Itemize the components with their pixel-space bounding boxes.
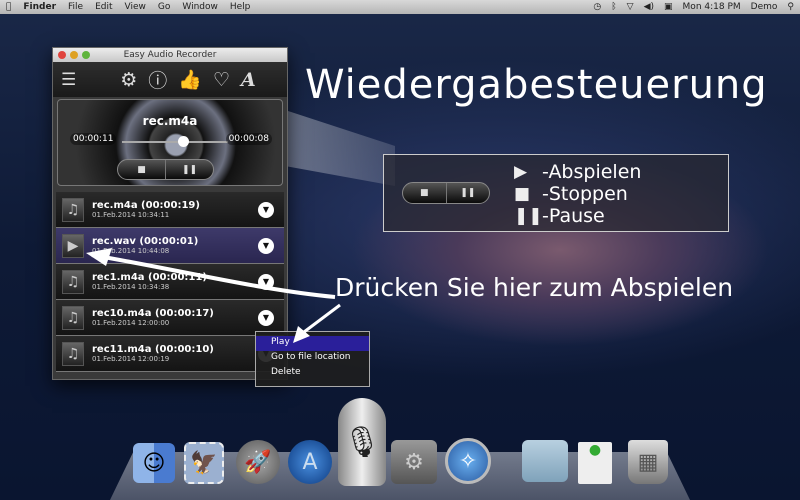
elapsed-time: 00:00:11 (70, 133, 117, 145)
clock[interactable]: Mon 4:18 PM (683, 2, 741, 12)
dock-safari-icon[interactable]: ✧ (445, 438, 491, 484)
recording-date: 01.Feb.2014 12:00:19 (92, 355, 170, 363)
stop-button[interactable]: ■ (118, 160, 165, 179)
progress-slider[interactable] (122, 141, 228, 143)
recording-info: rec.wav (00:00:01) 01.Feb.2014 10:44:08 (92, 236, 198, 255)
recording-date: 01.Feb.2014 12:00:00 (92, 319, 170, 327)
recording-info: rec1.m4a (00:00:11) 01.Feb.2014 10:34:38 (92, 272, 207, 291)
toolbar: ☰ ⚙ ⓘ 👍 ♡ A (53, 62, 287, 97)
list-menu-icon[interactable]: ☰ (61, 70, 76, 90)
window-title: Easy Audio Recorder (123, 50, 217, 60)
recording-row[interactable]: ♫ rec1.m4a (00:00:11) 01.Feb.2014 10:34:3… (56, 264, 284, 300)
recording-info: rec10.m4a (00:00:17) 01.Feb.2014 12:00:00 (92, 308, 214, 327)
time-machine-icon[interactable]: ◷ (593, 2, 601, 12)
font-a-icon[interactable]: A (241, 69, 256, 91)
recording-name: rec11.m4a (00:00:10) (92, 344, 214, 355)
title-bar: Easy Audio Recorder (53, 48, 287, 62)
display-icon[interactable]: ▣ (664, 2, 673, 12)
now-playing-filename: rec.m4a (142, 114, 198, 128)
info-icon[interactable]: ⓘ (148, 66, 167, 93)
dock-trash-icon[interactable]: ▦ (628, 440, 668, 484)
music-note-icon: ♫ (62, 197, 84, 222)
heart-icon[interactable]: ♡ (213, 69, 230, 91)
recording-options-icon[interactable]: ▼ (258, 201, 274, 218)
recording-date: 01.Feb.2014 10:34:11 (92, 211, 170, 219)
player-panel: rec.m4a 00:00:11 00:00:08 ■ ❚❚ (57, 99, 283, 186)
legend-play: ▶ -Abspielen (514, 161, 641, 183)
legend-label: -Pause (542, 205, 605, 227)
context-menu: Play Go to file location Delete (255, 331, 370, 387)
dock-microphone-icon[interactable]: 🎙 (338, 398, 386, 486)
dock-launchpad-icon[interactable]: 🚀 (236, 440, 280, 484)
dock-system-preferences-icon[interactable]: ⚙ (391, 440, 437, 484)
recordings-list: ♫ rec.m4a (00:00:19) 01.Feb.2014 10:34:11… (56, 192, 284, 372)
recording-info: rec11.m4a (00:00:10) 01.Feb.2014 12:00:19 (92, 344, 214, 363)
recording-options-icon[interactable]: ▼ (258, 237, 274, 254)
playback-controls: ■ ❚❚ (117, 159, 214, 180)
recording-row[interactable]: ▶ rec.wav (00:00:01) 01.Feb.2014 10:44:08… (56, 228, 284, 264)
menu-finder[interactable]: Finder (23, 2, 56, 12)
controls-legend: ▶ -Abspielen ■ -Stoppen ❚❚ -Pause (514, 161, 641, 227)
recording-info: rec.m4a (00:00:19) 01.Feb.2014 10:34:11 (92, 200, 200, 219)
play-hint: Drücken Sie hier zum Abspielen (335, 273, 734, 302)
pause-icon: ❚❚ (181, 164, 198, 175)
remaining-time: 00:00:08 (225, 133, 272, 145)
progress-slider-knob[interactable] (178, 136, 190, 147)
volume-icon[interactable]: ◀) (644, 2, 654, 12)
menu-edit[interactable]: Edit (95, 2, 112, 12)
stop-icon: ■ (137, 164, 146, 175)
wifi-icon[interactable]: ▽ (627, 2, 634, 12)
pause-button[interactable]: ❚❚ (165, 160, 213, 179)
legend-label: -Stoppen (542, 183, 628, 205)
music-note-icon: ♫ (62, 341, 84, 366)
recording-options-icon[interactable]: ▼ (258, 309, 274, 326)
menu-bar:  Finder File Edit View Go Window Help ◷… (0, 0, 800, 14)
menu-view[interactable]: View (125, 2, 146, 12)
play-icon[interactable]: ▶ (62, 233, 84, 258)
callout-pause-icon: ❚❚ (445, 183, 490, 203)
stop-icon: ■ (514, 184, 531, 204)
recording-name: rec.m4a (00:00:19) (92, 200, 200, 211)
context-menu-delete[interactable]: Delete (256, 366, 369, 381)
heading: Wiedergabesteuerung (305, 62, 768, 108)
callout-stop-icon: ■ (419, 188, 429, 198)
zoom-highlight-beam (285, 110, 395, 186)
controls-callout: ■ ❚❚ ▶ -Abspielen ■ -Stoppen ❚❚ -Pause (383, 154, 729, 232)
context-menu-go-to-file-location[interactable]: Go to file location (256, 351, 369, 366)
callout-playback-controls: ■ ❚❚ (402, 182, 490, 204)
recording-date: 01.Feb.2014 10:34:38 (92, 283, 170, 291)
legend-stop: ■ -Stoppen (514, 183, 641, 205)
legend-pause: ❚❚ -Pause (514, 205, 641, 227)
bluetooth-icon[interactable]: ᛒ (611, 2, 616, 12)
spotlight-icon[interactable]: ⚲ (787, 2, 794, 12)
menu-go[interactable]: Go (158, 2, 170, 12)
recording-row[interactable]: ♫ rec.m4a (00:00:19) 01.Feb.2014 10:34:11… (56, 192, 284, 228)
dock-mail-icon[interactable]: 🦅 (184, 442, 224, 484)
recording-name: rec.wav (00:00:01) (92, 236, 199, 247)
thumbs-up-icon[interactable]: 👍 (178, 68, 202, 91)
apple-menu[interactable]:  (6, 2, 11, 12)
recording-name: rec1.m4a (00:00:11) (92, 272, 207, 283)
pause-icon: ❚❚ (514, 206, 543, 226)
dock-finder-icon[interactable]: ☺ (133, 443, 175, 483)
music-note-icon: ♫ (62, 305, 84, 330)
user-name[interactable]: Demo (751, 2, 778, 12)
legend-label: -Abspielen (542, 161, 642, 183)
settings-gear-icon[interactable]: ⚙ (120, 69, 137, 91)
menu-window[interactable]: Window (182, 2, 218, 12)
recording-date: 01.Feb.2014 10:44:08 (92, 247, 170, 255)
dock-app-store-icon[interactable]: A (288, 440, 332, 484)
recording-row[interactable]: ♫ rec11.m4a (00:00:10) 01.Feb.2014 12:00:… (56, 336, 284, 372)
recording-name: rec10.m4a (00:00:17) (92, 308, 214, 319)
menu-help[interactable]: Help (230, 2, 251, 12)
recording-row[interactable]: ♫ rec10.m4a (00:00:17) 01.Feb.2014 12:00:… (56, 300, 284, 336)
menu-file[interactable]: File (68, 2, 83, 12)
play-icon: ▶ (514, 162, 528, 182)
recording-options-icon[interactable]: ▼ (258, 273, 274, 290)
dock-documents-folder-icon[interactable] (522, 440, 568, 482)
app-window: Easy Audio Recorder ☰ ⚙ ⓘ 👍 ♡ A rec.m4a … (52, 47, 288, 380)
context-menu-play[interactable]: Play (256, 336, 369, 351)
music-note-icon: ♫ (62, 269, 84, 294)
dock-document-stack-icon[interactable]: ● (578, 442, 612, 484)
